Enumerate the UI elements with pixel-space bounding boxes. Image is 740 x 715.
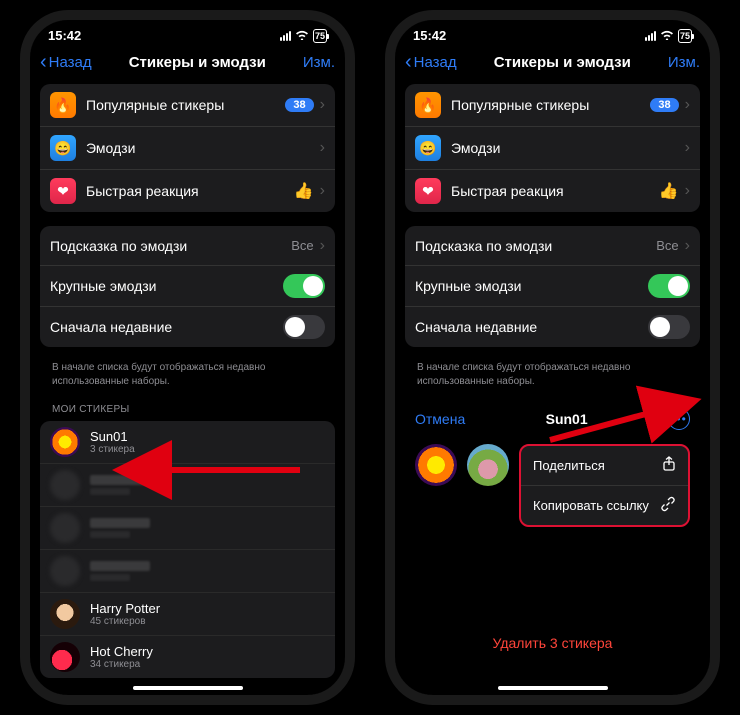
chevron-right-icon: › [320,182,325,200]
battery-icon: 75 [678,29,692,43]
back-button[interactable]: ‹Назад [40,51,92,74]
notch [478,20,628,42]
count-badge: 38 [650,98,678,112]
sticker-pack-blurred[interactable] [40,507,335,550]
annotation-arrow [540,390,710,455]
pack-icon [50,427,80,457]
delete-button[interactable]: Удалить 3 стикера [395,619,710,667]
annotation-arrow [150,450,310,495]
signal-icon [280,31,291,41]
group-top: 🔥 Популярные стикеры 38 › 😄 Эмодзи › ❤︎ … [405,84,700,212]
count-badge: 38 [285,98,313,112]
section-header-my-stickers: МОИ СТИКЕРЫ [40,400,335,421]
sticker-thumb[interactable] [415,444,457,486]
phone-right: 15:42 75 ‹Назад Стикеры и эмодзи Изм. 🔥 [385,10,720,705]
row-quick-reaction[interactable]: ❤︎ Быстрая реакция 👍 › [405,170,700,212]
chevron-right-icon: › [685,182,690,200]
heart-icon: ❤︎ [415,178,441,204]
signal-icon [645,31,656,41]
row-emoji[interactable]: 😄 Эмодзи › [405,127,700,170]
heart-icon: ❤︎ [50,178,76,204]
menu-copy-link[interactable]: Копировать ссылку [521,486,688,525]
sticker-pack-blurred[interactable] [40,550,335,593]
row-recent-first: Сначала недавние [40,307,335,347]
edit-button[interactable]: Изм. [303,54,335,71]
thumb-icon: 👍 [659,181,679,201]
toggle-recent-first[interactable] [648,315,690,339]
hint-text: В начале списка будут отображаться недав… [40,361,335,400]
row-quick-reaction[interactable]: ❤︎ Быстрая реакция 👍 › [40,170,335,212]
group-settings: Подсказка по эмодзи Все › Крупные эмодзи… [405,226,700,347]
nav-bar: ‹Назад Стикеры и эмодзи Изм. [30,45,345,84]
notch [113,20,263,42]
wifi-icon [660,29,674,43]
chevron-right-icon: › [685,139,690,157]
page-title: Стикеры и эмодзи [129,54,266,71]
chevron-right-icon: › [685,237,690,255]
chevron-right-icon: › [320,96,325,114]
emoji-icon: 😄 [50,135,76,161]
chevron-left-icon: ‹ [405,51,412,74]
wifi-icon [295,29,309,43]
toggle-large-emoji[interactable] [283,274,325,298]
nav-bar: ‹Назад Стикеры и эмодзи Изм. [395,45,710,84]
toggle-recent-first[interactable] [283,315,325,339]
row-emoji-hint[interactable]: Подсказка по эмодзи Все › [405,226,700,266]
page-title: Стикеры и эмодзи [494,54,631,71]
row-large-emoji: Крупные эмодзи [405,266,700,307]
status-time: 15:42 [413,28,446,43]
chevron-right-icon: › [320,237,325,255]
home-indicator[interactable] [498,686,608,690]
back-button[interactable]: ‹Назад [405,51,457,74]
group-settings: Подсказка по эмодзи Все › Крупные эмодзи… [40,226,335,347]
toggle-large-emoji[interactable] [648,274,690,298]
emoji-icon: 😄 [415,135,441,161]
pack-icon [50,599,80,629]
sticker-pack-cherry[interactable]: Hot Cherry34 стикера [40,636,335,678]
group-top: 🔥 Популярные стикеры 38 › 😄 Эмодзи › ❤︎ … [40,84,335,212]
sticker-thumb[interactable] [467,444,509,486]
home-indicator[interactable] [133,686,243,690]
row-recent-first: Сначала недавние [405,307,700,347]
chevron-left-icon: ‹ [40,51,47,74]
chevron-right-icon: › [320,139,325,157]
row-large-emoji: Крупные эмодзи [40,266,335,307]
status-time: 15:42 [48,28,81,43]
row-popular-stickers[interactable]: 🔥 Популярные стикеры 38 › [40,84,335,127]
edit-button[interactable]: Изм. [668,54,700,71]
pack-icon [50,642,80,672]
sticker-pack-harry[interactable]: Harry Potter45 стикеров [40,593,335,636]
row-popular-stickers[interactable]: 🔥 Популярные стикеры 38 › [405,84,700,127]
row-emoji-hint[interactable]: Подсказка по эмодзи Все › [40,226,335,266]
cancel-button[interactable]: Отмена [415,411,465,427]
share-icon [662,456,676,475]
chevron-right-icon: › [685,96,690,114]
phone-left: 15:42 75 ‹Назад Стикеры и эмодзи Изм. 🔥 [20,10,355,705]
thumb-icon: 👍 [294,181,314,201]
link-icon [660,496,676,515]
footnote: Художники могут создавать собственные на… [40,692,335,695]
fire-icon: 🔥 [415,92,441,118]
battery-icon: 75 [313,29,327,43]
row-emoji[interactable]: 😄 Эмодзи › [40,127,335,170]
context-menu: Поделиться Копировать ссылку [519,444,690,527]
fire-icon: 🔥 [50,92,76,118]
